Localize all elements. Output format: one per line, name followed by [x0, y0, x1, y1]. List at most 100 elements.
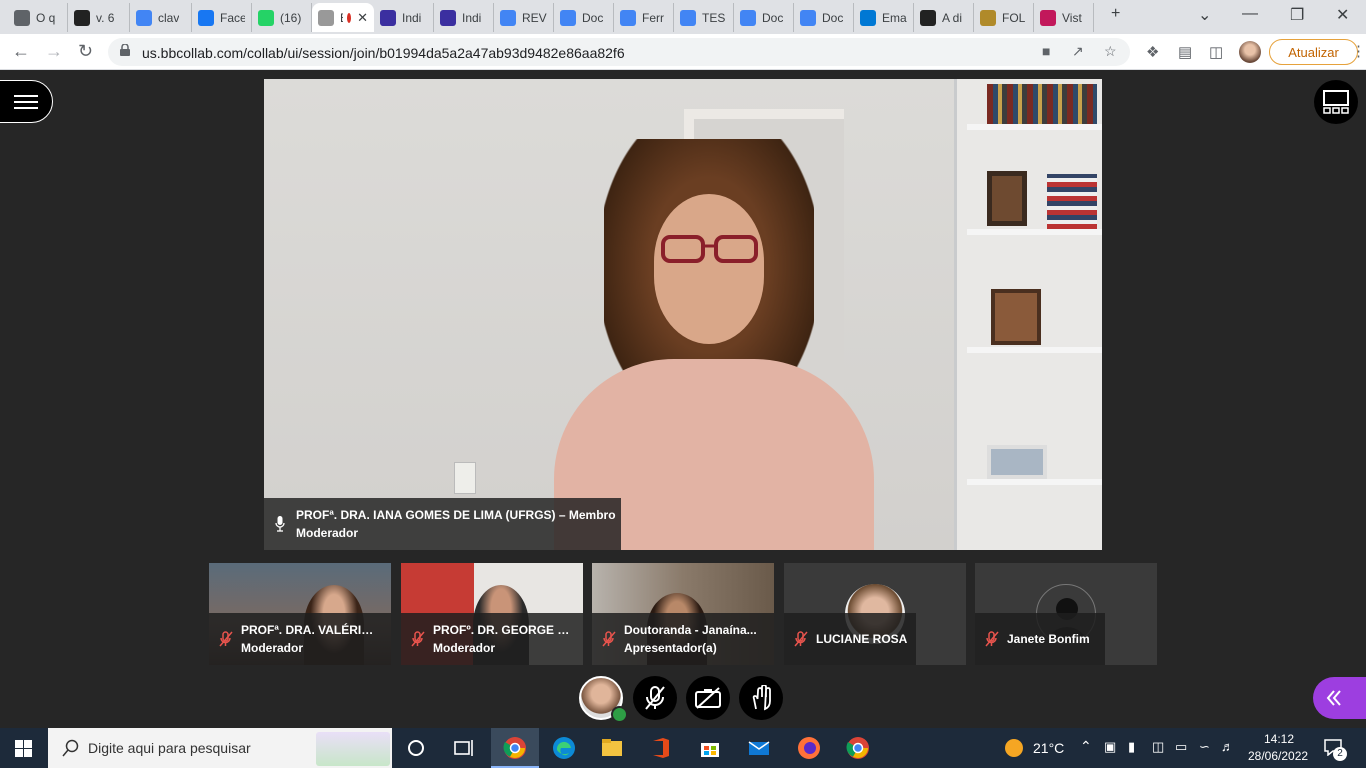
forward-icon[interactable]: → — [45, 41, 63, 62]
edge-icon[interactable] — [552, 736, 576, 760]
tab-title: (16) — [280, 10, 302, 25]
tab-title: Doc — [822, 10, 844, 25]
microphone-toggle-button[interactable] — [633, 676, 677, 720]
facebook-icon — [198, 9, 214, 26]
bookmark-star-icon[interactable]: ☆ — [1104, 43, 1117, 60]
tab-title: Indi — [462, 10, 482, 25]
browser-tab[interactable]: A di — [914, 3, 974, 32]
taskbar-chrome-button[interactable] — [491, 728, 539, 768]
browser-tab[interactable]: Ema — [854, 3, 914, 32]
security-icon[interactable]: ◫ — [1152, 739, 1164, 755]
close-tab-icon[interactable]: ✕ — [357, 10, 368, 26]
browser-tab[interactable]: Indi — [374, 3, 434, 32]
tab-title: Ferr — [642, 10, 664, 25]
participant-caption: LUCIANE ROSA — [784, 613, 916, 665]
address-bar[interactable]: us.bbcollab.com/collab/ui/session/join/b… — [108, 38, 1130, 66]
pkp-icon — [74, 9, 90, 26]
browser-tab[interactable]: FOL — [974, 3, 1034, 32]
browser-tab[interactable]: v. 6 — [68, 3, 130, 32]
participant-name: PROFº. DR. GEORGE S... — [433, 623, 571, 637]
close-window-icon[interactable]: ✕ — [1336, 5, 1349, 25]
cortana-icon[interactable] — [404, 736, 428, 760]
browser-toolbar: ← → ↻ us.bbcollab.com/collab/ui/session/… — [0, 34, 1366, 70]
indi-icon — [380, 9, 396, 26]
bookmark-icon — [920, 9, 936, 26]
indi-icon — [440, 9, 456, 26]
participant-name: LUCIANE ROSA — [816, 632, 908, 646]
browser-tab[interactable]: Indi — [434, 3, 494, 32]
more-menu-icon[interactable]: ⋮ — [1351, 42, 1366, 60]
battery-icon[interactable]: ▭ — [1175, 739, 1187, 755]
share-icon[interactable]: ↗ — [1072, 43, 1084, 60]
tab-title: Doc — [762, 10, 784, 25]
wifi-icon[interactable]: ∽ — [1199, 739, 1210, 755]
browser-tab[interactable]: Doc — [794, 3, 854, 32]
url-text: us.bbcollab.com/collab/ui/session/join/b… — [142, 45, 625, 61]
taskbar-search-box[interactable]: Digite aqui para pesquisar — [48, 728, 392, 768]
tray-microphone-icon[interactable]: ▮ — [1128, 739, 1135, 755]
muted-mic-icon — [219, 631, 233, 647]
raise-hand-button[interactable] — [739, 676, 783, 720]
store-icon[interactable] — [698, 736, 722, 760]
browser-tab[interactable]: O q — [8, 3, 68, 32]
browser-tab[interactable]: REV — [494, 3, 554, 32]
tab-title: clav — [158, 10, 180, 25]
participant-tile[interactable]: LUCIANE ROSA — [784, 563, 966, 665]
browser-tab[interactable]: Vist — [1034, 3, 1094, 32]
participant-tile[interactable]: PROFª. DRA. VALÉRIA ... Moderador — [209, 563, 391, 665]
open-collaborate-panel-button[interactable] — [1313, 677, 1366, 719]
tab-search-icon[interactable]: ⌄ — [1198, 5, 1211, 25]
mail-icon[interactable] — [747, 736, 771, 760]
tab-title: Indi — [402, 10, 422, 25]
side-panel-icon[interactable]: ◫ — [1209, 43, 1223, 61]
minimize-icon[interactable]: — — [1242, 5, 1258, 23]
extensions-icon[interactable]: ❖ — [1146, 43, 1159, 61]
browser-tab[interactable]: clav — [130, 3, 192, 32]
microphone-icon — [275, 516, 285, 532]
restore-icon[interactable]: ❐ — [1290, 5, 1304, 25]
windows-start-icon[interactable] — [15, 740, 32, 757]
tray-chevron-up-icon[interactable]: ⌃ — [1080, 738, 1092, 755]
back-icon[interactable]: ← — [12, 41, 30, 62]
weather-temperature[interactable]: 21°C — [1033, 740, 1064, 756]
camera-blocked-icon[interactable]: ■ — [1042, 43, 1050, 59]
docs-icon — [560, 9, 576, 26]
browser-tab[interactable]: B✕ — [312, 3, 374, 32]
clock-time[interactable]: 14:12 — [1264, 732, 1294, 746]
a-icon — [1040, 9, 1056, 26]
my-status-button[interactable] — [579, 676, 628, 723]
camera-toggle-button[interactable] — [686, 676, 730, 720]
recording-indicator-icon — [347, 12, 352, 23]
weather-sun-icon[interactable] — [1005, 739, 1023, 757]
browser-tab[interactable]: (16) — [252, 3, 312, 32]
browser-tab[interactable]: TES — [674, 3, 734, 32]
mic-off-icon — [645, 686, 665, 710]
browser-tab[interactable]: Doc — [734, 3, 794, 32]
meet-now-icon[interactable]: ▣ — [1104, 739, 1116, 755]
firefox-icon[interactable] — [797, 736, 821, 760]
file-explorer-icon[interactable] — [600, 736, 624, 760]
task-view-icon[interactable] — [452, 736, 476, 760]
clock-date[interactable]: 28/06/2022 — [1248, 749, 1308, 763]
chrome-profile-icon[interactable] — [846, 736, 870, 760]
update-button[interactable]: Atualizar — [1269, 39, 1358, 65]
browser-tab[interactable]: Ferr — [614, 3, 674, 32]
outlook-icon — [860, 9, 876, 26]
reload-icon[interactable]: ↻ — [78, 41, 93, 62]
volume-icon[interactable]: ♬ — [1221, 739, 1234, 754]
participant-role: Apresentador(a) — [624, 641, 717, 655]
session-menu-button[interactable] — [0, 80, 53, 123]
participant-tile[interactable]: Doutoranda - Janaína... Apresentador(a) — [592, 563, 774, 665]
profile-avatar[interactable] — [1239, 41, 1261, 63]
participant-tile[interactable]: PROFº. DR. GEORGE S... Moderador — [401, 563, 583, 665]
main-speaker-video: PROFª. DRA. IANA GOMES DE LIMA (UFRGS) –… — [264, 79, 1102, 550]
participant-tile[interactable]: Janete Bonfim — [975, 563, 1157, 665]
new-tab-icon[interactable]: + — [1111, 5, 1120, 23]
browser-tab[interactable]: Doc — [554, 3, 614, 32]
layout-toggle-button[interactable] — [1314, 80, 1358, 124]
browser-tab[interactable]: Face — [192, 3, 252, 32]
office-icon[interactable] — [649, 736, 673, 760]
light-switch — [454, 462, 476, 494]
muted-mic-icon — [602, 631, 616, 647]
cast-icon[interactable]: ▤ — [1178, 43, 1192, 61]
